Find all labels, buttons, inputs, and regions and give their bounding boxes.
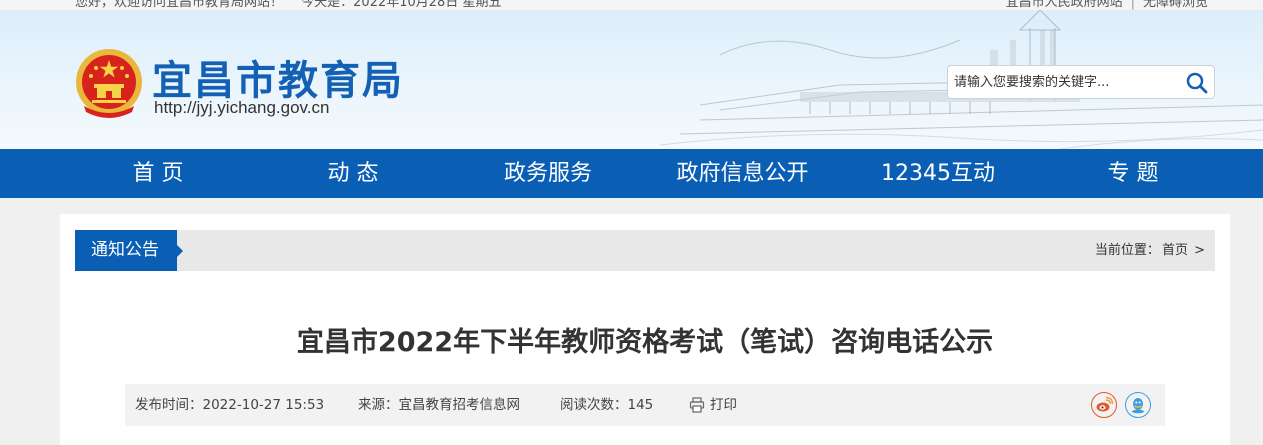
date-text: 今天是：2022年10月28日 星期五 [301, 0, 502, 10]
national-emblem-icon [74, 46, 144, 120]
nav-home[interactable]: 首 页 [98, 149, 218, 198]
share-weibo-button[interactable] [1091, 392, 1117, 418]
breadcrumb: 当前位置： 首页 > [1093, 230, 1205, 271]
site-header: 宜昌市教育局 http://jyj.yichang.gov.cn [0, 10, 1263, 149]
top-info-bar: 您好，欢迎访问宜昌市教育局网站！ 今天是：2022年10月28日 星期五 宜昌市… [0, 0, 1263, 10]
welcome-text-group: 您好，欢迎访问宜昌市教育局网站！ 今天是：2022年10月28日 星期五 [75, 0, 515, 10]
read-count: 阅读次数：145 [560, 397, 654, 413]
share-qq-button[interactable] [1125, 392, 1151, 418]
top-links: 宜昌市人民政府网站 | 无障碍浏览 [1006, 0, 1208, 10]
breadcrumb-arrow: > [1194, 243, 1205, 258]
qq-icon [1132, 398, 1144, 414]
site-url: http://jyj.yichang.gov.cn [154, 98, 330, 117]
breadcrumb-label: 当前位置： [1094, 243, 1160, 258]
search-icon [1186, 72, 1208, 94]
top-link-separator: | [1130, 0, 1135, 10]
search-input[interactable] [954, 66, 1174, 98]
main-nav: 首 页 动 态 政务服务 政府信息公开 12345互动 专 题 [0, 149, 1263, 198]
nav-services[interactable]: 政务服务 [483, 149, 613, 198]
article-meta-bar: 发布时间：2022-10-27 15:53 来源：宜昌教育招考信息网 阅读次数：… [125, 384, 1165, 426]
accessible-link[interactable]: 无障碍浏览 [1143, 0, 1208, 10]
gov-site-link[interactable]: 宜昌市人民政府网站 [1006, 0, 1123, 10]
search-box [947, 65, 1215, 99]
section-tab[interactable]: 通知公告 [75, 230, 183, 271]
print-icon[interactable] [689, 397, 705, 413]
article-title: 宜昌市2022年下半年教师资格考试（笔试）咨询电话公示 [296, 327, 994, 358]
print-link[interactable]: 打印 [710, 384, 737, 426]
breadcrumb-bar: 通知公告 当前位置： 首页 > [75, 230, 1215, 271]
weibo-icon [1096, 396, 1113, 412]
nav-12345[interactable]: 12345互动 [868, 149, 1008, 198]
nav-gov-info[interactable]: 政府信息公开 [665, 149, 820, 198]
content-panel: 通知公告 当前位置： 首页 > 宜昌市2022年下半年教师资格考试（笔试）咨询电话… [60, 214, 1230, 445]
publish-time: 发布时间：2022-10-27 15:53 [135, 397, 325, 413]
breadcrumb-home[interactable]: 首页 [1162, 243, 1188, 258]
nav-topics[interactable]: 专 题 [1073, 149, 1193, 198]
article-source: 来源：宜昌教育招考信息网 [358, 397, 520, 413]
welcome-text: 您好，欢迎访问宜昌市教育局网站！ [75, 0, 284, 10]
nav-news[interactable]: 动 态 [293, 149, 413, 198]
search-button[interactable] [1184, 70, 1210, 96]
